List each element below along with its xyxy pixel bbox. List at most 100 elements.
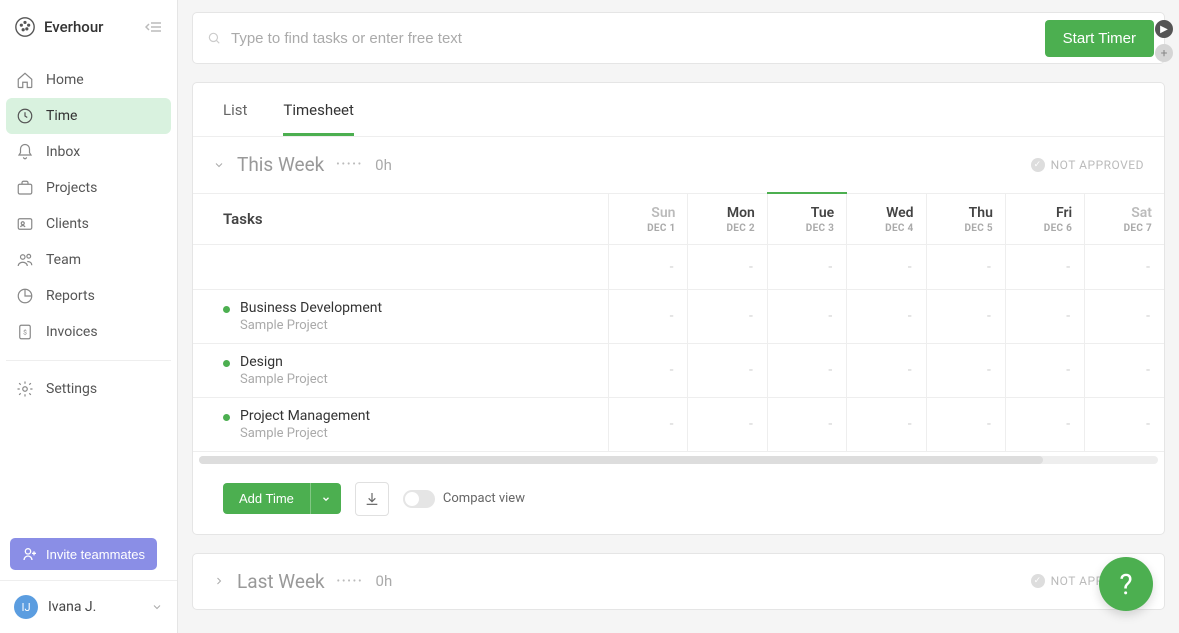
invite-teammates-button[interactable]: Invite teammates <box>10 538 157 570</box>
sidebar-item-label: Team <box>46 252 81 268</box>
status-dot-icon <box>223 306 230 313</box>
time-cell[interactable]: - <box>609 397 688 451</box>
week-menu-icon[interactable]: ••••• <box>337 576 364 587</box>
sidebar-item-label: Inbox <box>46 144 80 160</box>
time-cell[interactable]: - <box>609 244 688 289</box>
time-cell[interactable]: - <box>926 343 1005 397</box>
day-head-wed[interactable]: Wed DEC 4 <box>847 193 926 244</box>
home-icon <box>16 71 34 89</box>
time-cell[interactable]: - <box>609 289 688 343</box>
top-bar: Start Timer <box>192 12 1165 64</box>
time-cell[interactable]: - <box>1005 244 1084 289</box>
time-cell[interactable]: - <box>1005 343 1084 397</box>
time-cell[interactable]: - <box>926 397 1005 451</box>
user-name: Ivana J. <box>48 599 96 615</box>
collapse-week-icon[interactable] <box>213 159 225 171</box>
briefcase-icon <box>16 179 34 197</box>
actions-row: Add Time Compact view <box>193 468 1164 534</box>
download-button[interactable] <box>355 482 389 516</box>
help-fab[interactable]: ? <box>1099 557 1153 611</box>
time-cell[interactable]: - <box>688 289 767 343</box>
time-cell[interactable]: - <box>1085 289 1164 343</box>
task-project: Sample Project <box>240 372 328 387</box>
chevron-down-icon <box>151 601 163 613</box>
sidebar-item-projects[interactable]: Projects <box>6 170 171 206</box>
timesheet-card: List Timesheet This Week ••••• 0h ✓ NOT … <box>192 82 1165 535</box>
task-name[interactable]: Business Development <box>240 300 382 316</box>
invite-label: Invite teammates <box>46 547 145 562</box>
sidebar-item-label: Clients <box>46 216 89 232</box>
week-title: This Week <box>237 153 324 176</box>
compact-view-toggle[interactable] <box>403 490 435 508</box>
extension-add-icon[interactable]: + <box>1155 44 1173 62</box>
expand-week-icon[interactable] <box>213 575 225 587</box>
collapse-sidebar-icon[interactable] <box>145 20 163 34</box>
clock-icon <box>16 107 34 125</box>
time-cell[interactable]: - <box>847 244 926 289</box>
week-title: Last Week <box>237 570 325 593</box>
time-cell[interactable]: - <box>767 343 846 397</box>
time-cell[interactable]: - <box>767 244 846 289</box>
day-head-mon[interactable]: Mon DEC 2 <box>688 193 767 244</box>
start-timer-button[interactable]: Start Timer <box>1045 20 1154 57</box>
sidebar-item-team[interactable]: Team <box>6 242 171 278</box>
compact-view-label: Compact view <box>443 491 525 506</box>
day-head-sat[interactable]: Sat DEC 7 <box>1085 193 1164 244</box>
scrollbar-thumb[interactable] <box>199 456 1043 464</box>
week-header-last: Last Week ••••• 0h ✓ NOT APPROVED <box>193 554 1164 609</box>
task-name[interactable]: Project Management <box>240 408 370 424</box>
sidebar-item-settings[interactable]: Settings <box>6 371 171 407</box>
time-cell[interactable]: - <box>609 343 688 397</box>
task-name[interactable]: Design <box>240 354 328 370</box>
sidebar-item-home[interactable]: Home <box>6 62 171 98</box>
time-cell[interactable]: - <box>1085 244 1164 289</box>
avatar: IJ <box>14 595 38 619</box>
time-cell[interactable]: - <box>926 244 1005 289</box>
time-cell[interactable]: - <box>1085 397 1164 451</box>
timesheet-empty-row: - - - - - - - <box>193 244 1164 289</box>
tasks-header: Tasks <box>193 193 609 244</box>
search-input[interactable] <box>231 30 1035 47</box>
time-cell[interactable]: - <box>767 289 846 343</box>
sidebar-item-time[interactable]: Time <box>6 98 171 134</box>
time-cell[interactable]: - <box>767 397 846 451</box>
sidebar-item-invoices[interactable]: $ Invoices <box>6 314 171 350</box>
time-cell[interactable]: - <box>926 289 1005 343</box>
approval-status: ✓ NOT APPROVED <box>1031 158 1144 172</box>
day-head-tue[interactable]: Tue DEC 3 <box>767 193 846 244</box>
main: Start Timer List Timesheet This Week •••… <box>178 0 1179 633</box>
time-cell[interactable]: - <box>688 244 767 289</box>
week-hours: 0h <box>376 572 393 590</box>
time-cell[interactable]: - <box>688 343 767 397</box>
time-cell[interactable]: - <box>847 289 926 343</box>
user-menu[interactable]: IJ Ivana J. <box>0 580 177 633</box>
logo-icon <box>14 16 36 38</box>
time-cell[interactable]: - <box>1085 343 1164 397</box>
time-cell[interactable]: - <box>847 397 926 451</box>
time-cell[interactable]: - <box>847 343 926 397</box>
id-card-icon <box>16 215 34 233</box>
time-cell[interactable]: - <box>1005 289 1084 343</box>
tab-list[interactable]: List <box>223 83 247 136</box>
task-project: Sample Project <box>240 318 382 333</box>
sidebar-item-inbox[interactable]: Inbox <box>6 134 171 170</box>
week-menu-icon[interactable]: ••••• <box>336 159 363 170</box>
sidebar-item-clients[interactable]: Clients <box>6 206 171 242</box>
nav-divider <box>6 360 171 361</box>
sidebar-item-label: Settings <box>46 381 97 397</box>
horizontal-scrollbar[interactable] <box>199 456 1158 464</box>
sidebar-item-label: Time <box>46 108 77 124</box>
sidebar-item-label: Reports <box>46 288 95 304</box>
add-time-dropdown[interactable] <box>310 483 341 514</box>
day-head-fri[interactable]: Fri DEC 6 <box>1005 193 1084 244</box>
tab-timesheet[interactable]: Timesheet <box>283 83 354 136</box>
day-head-sun[interactable]: Sun DEC 1 <box>609 193 688 244</box>
add-time-button[interactable]: Add Time <box>223 483 310 514</box>
time-cell[interactable]: - <box>688 397 767 451</box>
day-head-thu[interactable]: Thu DEC 5 <box>926 193 1005 244</box>
extension-play-icon[interactable]: ▶ <box>1155 20 1173 38</box>
approval-label: NOT APPROVED <box>1051 158 1144 172</box>
sidebar-item-reports[interactable]: Reports <box>6 278 171 314</box>
week-hours: 0h <box>375 156 392 174</box>
time-cell[interactable]: - <box>1005 397 1084 451</box>
